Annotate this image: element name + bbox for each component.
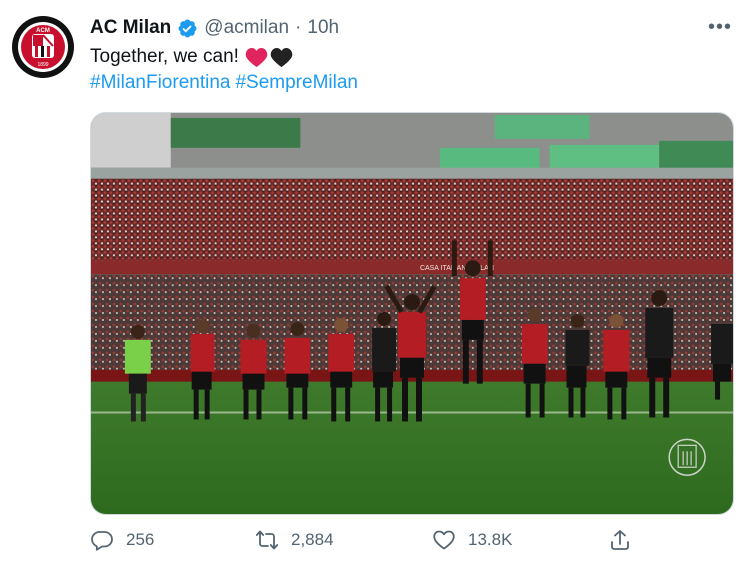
reply-icon (91, 531, 113, 551)
tweet-actions: 256 2,884 13.8K (90, 528, 650, 560)
retweet-button[interactable]: 2,884 (255, 528, 334, 552)
more-options-button[interactable]: ••• (708, 17, 732, 37)
hashtag-link[interactable]: #MilanFiorentina (90, 72, 230, 93)
acmilan-logo-icon: ACM 1899 (18, 22, 68, 72)
red-heart-icon (245, 47, 268, 67)
reply-button[interactable]: 256 (90, 528, 154, 552)
more-icon: ••• (707, 16, 732, 38)
svg-text:ACM: ACM (36, 28, 50, 34)
author-name[interactable]: AC Milan (90, 17, 171, 39)
hashtags: #MilanFiorentina #SempreMilan (90, 72, 363, 94)
hearts-emoji (245, 47, 293, 68)
stadium-photo-image: CASA ITALIANA MILAN (91, 113, 733, 514)
black-heart-icon (270, 47, 293, 67)
separator: · (295, 17, 302, 38)
verified-badge-icon (178, 19, 197, 37)
timestamp[interactable]: 10h (307, 17, 339, 39)
author-handle[interactable]: @acmilan (204, 17, 289, 39)
retweet-count: 2,884 (291, 530, 334, 549)
heart-outline-icon (433, 530, 455, 550)
svg-text:CASA ITALIANA MILAN: CASA ITALIANA MILAN (420, 265, 494, 272)
hashtag-link[interactable]: #SempreMilan (235, 72, 358, 93)
tweet-photo[interactable]: CASA ITALIANA MILAN (90, 112, 734, 515)
tweet-text: Together, we can! (90, 46, 293, 68)
avatar[interactable]: ACM 1899 (12, 16, 74, 78)
reply-count: 256 (126, 530, 155, 549)
share-button[interactable] (608, 528, 632, 552)
like-button[interactable]: 13.8K (432, 528, 512, 552)
share-icon (611, 530, 629, 550)
retweet-icon (255, 530, 279, 550)
svg-text:1899: 1899 (37, 62, 48, 68)
tweet-text-body: Together, we can! (90, 46, 239, 67)
like-count: 13.8K (468, 530, 513, 549)
tweet-header: AC Milan @acmilan · 10h (90, 17, 339, 39)
